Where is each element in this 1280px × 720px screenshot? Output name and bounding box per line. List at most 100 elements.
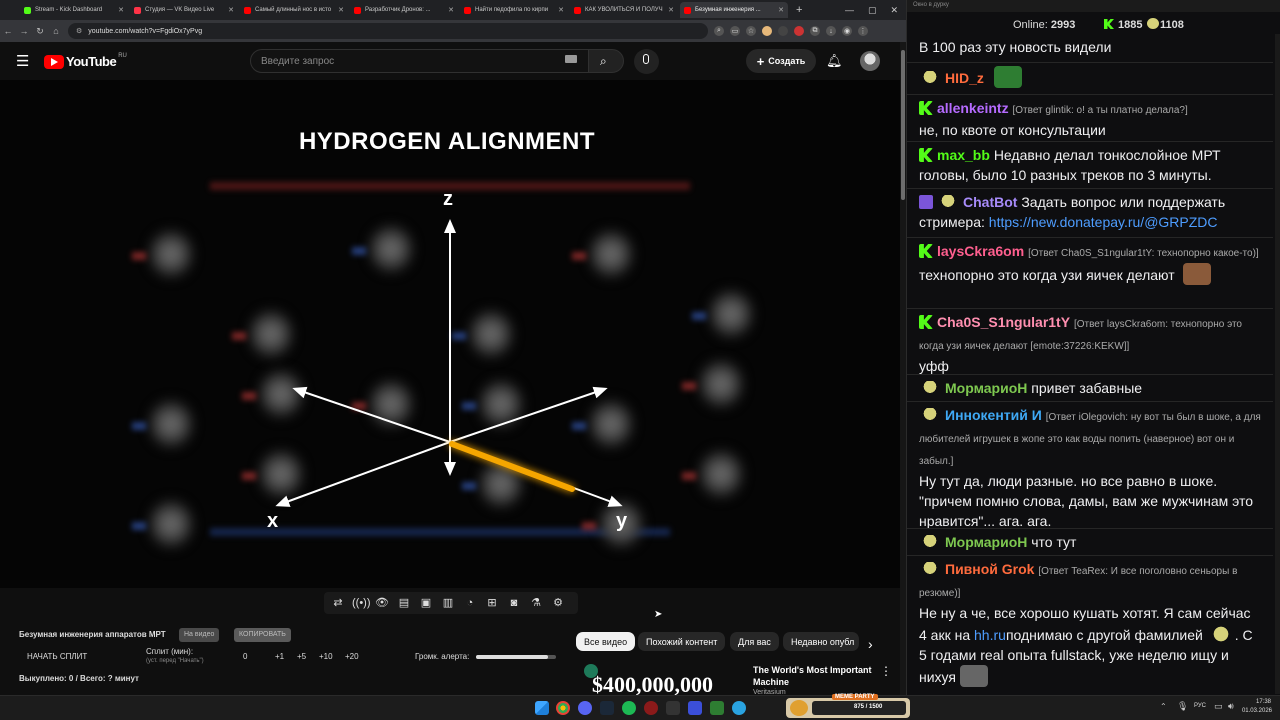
hamburger-menu-icon[interactable]: ☰ xyxy=(16,52,29,70)
browser-tab[interactable]: Студия — VK Видео Live ✕ xyxy=(130,2,238,18)
extension-icon-2[interactable] xyxy=(778,26,788,36)
browser-tab[interactable]: Stream - Kick Dashboard ✕ xyxy=(20,2,128,18)
microphone-tray-icon[interactable]: 🎙︎ xyxy=(1177,701,1188,712)
alert-volume-slider[interactable] xyxy=(476,655,556,659)
eye-icon[interactable]: 👁︎ xyxy=(374,596,390,610)
chat-nickname[interactable]: allenkeintz xyxy=(937,100,1009,116)
search-input[interactable]: Введите запрос xyxy=(250,49,590,73)
split-plus-20-button[interactable]: +20 xyxy=(345,652,359,661)
camera-icon[interactable]: ◙ xyxy=(506,596,522,610)
browser-menu-icon[interactable]: ⋮ xyxy=(858,26,868,36)
back-icon[interactable]: ← xyxy=(0,26,16,36)
url-field[interactable]: ⚙ youtube.com/watch?v=FgdiOx7yPvg xyxy=(68,23,708,39)
app-icon-7[interactable] xyxy=(688,701,702,715)
tab-close-icon[interactable]: ✕ xyxy=(118,6,124,14)
chips-next-chevron-icon[interactable]: › xyxy=(868,636,873,652)
chat-nickname[interactable]: Cha0S_S1ngular1tY xyxy=(937,314,1070,330)
forward-icon[interactable]: → xyxy=(16,26,32,36)
chat-nickname[interactable]: HID_z xyxy=(945,70,984,86)
extensions-puzzle-icon[interactable]: ⧉ xyxy=(810,26,820,36)
spotify-icon[interactable] xyxy=(622,701,636,715)
browser-tab[interactable]: Безумная инженерия ... ✕ xyxy=(680,2,788,18)
browser-tab[interactable]: Найти педофила по кирпи ✕ xyxy=(460,2,568,18)
chat-nickname[interactable]: МормариоН xyxy=(945,534,1027,550)
on-video-pill[interactable]: На видео xyxy=(179,628,220,642)
clock-date[interactable]: 01.03.2026 xyxy=(1240,708,1272,714)
chat-nickname[interactable]: max_bb xyxy=(937,147,990,163)
keyboard-icon[interactable] xyxy=(565,55,577,63)
account-avatar[interactable] xyxy=(860,51,880,71)
meme-party-widget[interactable]: MEME PARTY 875 / 1500 xyxy=(786,694,910,718)
profile-icon[interactable]: ◉ xyxy=(842,26,852,36)
flask-icon[interactable]: ⚗ xyxy=(528,596,544,610)
chat-scrollbar[interactable] xyxy=(1275,34,1280,694)
app-icon-8[interactable] xyxy=(710,701,724,715)
recommendation-thumbnail[interactable]: $400,000,000 xyxy=(584,664,742,695)
tab-close-icon[interactable]: ✕ xyxy=(448,6,454,14)
tab-close-icon[interactable]: ✕ xyxy=(778,6,784,14)
chip-all-videos[interactable]: Все видео xyxy=(576,632,636,651)
chip-recently-uploaded[interactable]: Недавно опубл xyxy=(783,632,859,651)
site-info-icon[interactable]: ⚙ xyxy=(76,27,82,35)
strip-icon[interactable]: ▥ xyxy=(440,596,456,610)
copy-button[interactable]: КОПИРОВАТЬ xyxy=(234,628,291,642)
donate-link[interactable]: https://new.donatepay.ru/@GRPZDC xyxy=(989,214,1218,230)
new-tab-button[interactable]: + xyxy=(796,4,802,16)
recommendation-title[interactable]: The World's Most Important Machine xyxy=(753,664,873,688)
tab-close-icon[interactable]: ✕ xyxy=(228,6,234,14)
notifications-bell-icon[interactable]: 🔔︎ xyxy=(826,53,843,69)
discord-icon[interactable] xyxy=(578,701,592,715)
start-split-button[interactable]: НАЧАТЬ СПЛИТ xyxy=(27,652,87,661)
loop-icon[interactable]: ⇄ xyxy=(330,596,346,610)
voice-search-button[interactable] xyxy=(634,49,659,74)
more-actions-icon[interactable]: ⋮ xyxy=(880,664,892,678)
minimize-icon[interactable]: — xyxy=(845,5,854,15)
settings-gear-icon[interactable]: ⚙ xyxy=(550,596,566,610)
browser-tab[interactable]: Самый длинный нос в исто ✕ xyxy=(240,2,348,18)
chat-nickname[interactable]: Пивной Grok xyxy=(945,561,1034,577)
chat-nickname[interactable]: ChatBot xyxy=(963,194,1017,210)
speed-icon[interactable]: ◔ xyxy=(462,596,478,610)
chrome-icon[interactable] xyxy=(556,701,570,715)
tab-close-icon[interactable]: ✕ xyxy=(338,6,344,14)
app-icon-6[interactable] xyxy=(666,701,680,715)
tab-close-icon[interactable]: ✕ xyxy=(558,6,564,14)
chat-nickname[interactable]: laysCkra6om xyxy=(937,243,1024,259)
obs-icon[interactable] xyxy=(644,701,658,715)
home-icon[interactable]: ⌂ xyxy=(48,26,64,36)
browser-tab[interactable]: Разработчик Дронов: ... ✕ xyxy=(350,2,458,18)
extension-icon-3[interactable] xyxy=(794,26,804,36)
split-plus-1-button[interactable]: +1 xyxy=(275,652,284,661)
screen-icon[interactable]: ▣ xyxy=(418,596,434,610)
youtube-logo[interactable]: YouTube RU xyxy=(44,53,127,69)
split-plus-5-button[interactable]: +5 xyxy=(297,652,306,661)
chat-nickname[interactable]: МормариоН xyxy=(945,380,1027,396)
tab-close-icon[interactable]: ✕ xyxy=(668,6,674,14)
video-player[interactable]: HYDROGEN ALIGNMENT z x y xyxy=(0,80,900,588)
steam-icon[interactable] xyxy=(600,701,614,715)
film-icon[interactable]: ▤ xyxy=(396,596,412,610)
split-value-0[interactable]: 0 xyxy=(243,652,247,661)
telegram-icon[interactable] xyxy=(732,701,746,715)
download-icon[interactable]: ↓ xyxy=(826,26,836,36)
chip-similar-content[interactable]: Похожий контент xyxy=(638,632,726,651)
maximize-icon[interactable]: ▢ xyxy=(868,5,877,16)
add-screen-icon[interactable]: ⊞ xyxy=(484,596,500,610)
split-plus-10-button[interactable]: +10 xyxy=(319,652,333,661)
create-button[interactable]: + Создать xyxy=(746,49,816,73)
hh-link[interactable]: hh.ru xyxy=(974,627,1006,643)
broadcast-icon[interactable]: ((•)) xyxy=(352,596,371,610)
tray-chevron-icon[interactable]: ⌃ xyxy=(1160,702,1167,711)
keyboard-language[interactable]: РУС xyxy=(1194,703,1206,709)
browser-tab[interactable]: КАК УВОЛИТЬСЯ И ПОЛУЧ ✕ xyxy=(570,2,678,18)
start-menu-icon[interactable] xyxy=(535,701,549,715)
reload-icon[interactable]: ↻ xyxy=(32,26,48,37)
network-icon[interactable]: ▭ xyxy=(1214,701,1223,712)
chip-for-you[interactable]: Для вас xyxy=(730,632,779,651)
zoom-icon[interactable]: ⌕ xyxy=(714,26,724,36)
page-scrollbar-thumb[interactable] xyxy=(901,50,905,200)
bookmark-star-icon[interactable]: ☆ xyxy=(746,26,756,36)
extension-icon-1[interactable] xyxy=(762,26,772,36)
search-button[interactable]: ⌕ xyxy=(588,49,624,73)
chat-nickname[interactable]: Иннокентий И xyxy=(945,407,1042,423)
